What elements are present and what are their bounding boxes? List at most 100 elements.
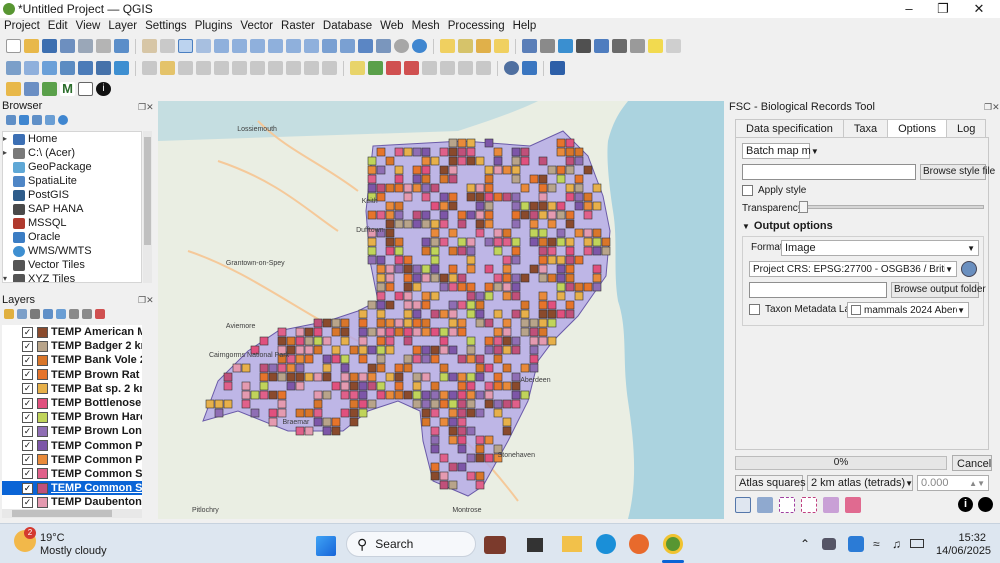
info-plugin-icon[interactable]: i: [96, 82, 111, 96]
menu-layer[interactable]: Layer: [104, 20, 141, 32]
open-table-icon[interactable]: [594, 39, 609, 53]
leaf-icon[interactable]: [42, 82, 57, 96]
scale-bar-icon[interactable]: [630, 39, 645, 53]
network-icon[interactable]: [24, 82, 39, 96]
github-icon[interactable]: [978, 497, 993, 512]
layers-float-icon[interactable]: ❐✕: [138, 295, 154, 306]
menu-edit[interactable]: Edit: [44, 20, 72, 32]
zoom-layer-icon[interactable]: [250, 39, 265, 53]
atlas-value-input[interactable]: 0.000 ▲▼: [917, 475, 989, 491]
tray-chevron-icon[interactable]: ⌃: [800, 537, 810, 551]
zoom-selection-icon[interactable]: [232, 39, 247, 53]
vertex-tool-icon[interactable]: [214, 61, 229, 75]
crs-selector-globe-icon[interactable]: [961, 261, 977, 277]
save-edits-icon[interactable]: [178, 61, 193, 75]
transparency-slider[interactable]: [798, 201, 984, 213]
paste-features-icon[interactable]: [286, 61, 301, 75]
atlas-squares-icon[interactable]: [735, 497, 751, 513]
plugin-icon[interactable]: [550, 61, 565, 75]
menu-vector[interactable]: Vector: [236, 20, 277, 32]
tab-taxa[interactable]: Taxa: [842, 119, 889, 138]
layer-checkbox[interactable]: ✓: [22, 340, 33, 352]
browser-item-spatialite[interactable]: SpatiaLite: [3, 174, 141, 188]
edge-icon[interactable]: [596, 534, 616, 554]
layer-item[interactable]: ✓ TEMP Bat sp. 2 kn: [2, 382, 142, 396]
layer-item[interactable]: ✓ TEMP Common Pc: [2, 453, 142, 467]
output-folder-input[interactable]: [749, 282, 887, 298]
zoom-full-icon[interactable]: [214, 39, 229, 53]
zoom-in-icon[interactable]: [178, 39, 193, 53]
menu-project[interactable]: Project: [0, 20, 44, 32]
menu-raster[interactable]: Raster: [277, 20, 319, 32]
identify-features-icon[interactable]: [522, 39, 537, 53]
layer-item[interactable]: ✓ TEMP Bottlenose: [2, 396, 142, 410]
statistics-icon[interactable]: [576, 39, 591, 53]
menu-web[interactable]: Web: [376, 20, 407, 32]
apply-style-checkbox[interactable]: [742, 185, 753, 196]
remove-layer-icon[interactable]: [95, 309, 105, 319]
browse-output-folder-button[interactable]: Browse output folder: [891, 282, 986, 298]
layer-checkbox[interactable]: ✓: [22, 425, 33, 437]
layer-item[interactable]: ✓ TEMP Badger 2 km: [2, 339, 142, 353]
file-explorer-icon[interactable]: [562, 536, 582, 552]
grid-tool-icon[interactable]: [6, 82, 21, 96]
browse-style-file-button[interactable]: Browse style file: [920, 164, 995, 180]
layer-item[interactable]: ✓ TEMP Daubenton: [2, 495, 142, 509]
transparency-slider-handle[interactable]: [799, 201, 808, 213]
guards-widget-icon[interactable]: [484, 536, 506, 554]
browser-item-oracle[interactable]: Oracle: [3, 230, 141, 244]
layer-checkbox[interactable]: ✓: [22, 496, 33, 508]
minimize-icon[interactable]: –: [892, 0, 926, 18]
layer-item[interactable]: ✓ TEMP Brown Long: [2, 424, 142, 438]
show-bookmarks-icon[interactable]: [376, 39, 391, 53]
measure-icon[interactable]: [612, 39, 627, 53]
annotation-icon[interactable]: [666, 39, 681, 53]
battery-icon[interactable]: [910, 539, 924, 548]
clock[interactable]: 15:32 14/06/2025: [936, 532, 991, 558]
tab-options[interactable]: Options: [887, 119, 947, 138]
layer-checkbox[interactable]: ✓: [22, 440, 33, 452]
digitize-icon[interactable]: [196, 61, 211, 75]
taxon-metadata-checkbox[interactable]: [749, 304, 760, 315]
layer-item[interactable]: ✓ TEMP Common Sc: [2, 467, 142, 481]
select-features-icon[interactable]: [458, 39, 473, 53]
filter-icon[interactable]: [32, 115, 42, 125]
m-plugin-icon[interactable]: M: [60, 82, 75, 96]
copy-features-icon[interactable]: [268, 61, 283, 75]
filter-legend-icon[interactable]: [43, 309, 53, 319]
menu-help[interactable]: Help: [509, 20, 541, 32]
filter-expression-icon[interactable]: [56, 309, 66, 319]
wifi-icon[interactable]: ≈: [873, 537, 880, 551]
layer-checkbox[interactable]: ✓: [22, 354, 33, 366]
python-console-icon[interactable]: [522, 61, 537, 75]
save-project-icon[interactable]: [42, 39, 57, 53]
new-map-view-icon[interactable]: [322, 39, 337, 53]
browser-item-vector-tiles[interactable]: Vector Tiles: [3, 258, 141, 272]
layer-item-selected[interactable]: ✓ TEMP Common Sh: [2, 481, 142, 496]
collapse-layers-icon[interactable]: [82, 309, 92, 319]
browser-item-xyz-tiles[interactable]: ▾ XYZ Tiles: [3, 272, 141, 282]
add-wms-icon[interactable]: [114, 61, 129, 75]
add-mesh-layer-icon[interactable]: [60, 61, 75, 75]
cut-features-icon[interactable]: [250, 61, 265, 75]
undo-icon[interactable]: [304, 61, 319, 75]
delete-selected-icon[interactable]: [232, 61, 247, 75]
refresh-browser-icon[interactable]: [19, 115, 29, 125]
panel-float-icon[interactable]: ❐✕: [138, 102, 154, 113]
bookmark-icon[interactable]: [358, 39, 373, 53]
menu-settings[interactable]: Settings: [141, 20, 191, 32]
browser-item-wms[interactable]: WMS/WMTS: [3, 244, 141, 258]
map-tips-icon[interactable]: [648, 39, 663, 53]
browser-item-drive[interactable]: ▸ C:\ (Acer): [3, 146, 141, 160]
save-image-icon[interactable]: [757, 497, 773, 513]
select-by-value-icon[interactable]: [494, 39, 509, 53]
temporal-icon[interactable]: [394, 39, 409, 53]
zoom-next-icon[interactable]: [304, 39, 319, 53]
layers-hscrollbar[interactable]: [2, 509, 142, 518]
style-panel-icon[interactable]: [4, 309, 14, 319]
app-tray-icon[interactable]: [848, 536, 864, 552]
layer-item[interactable]: ✓ TEMP Bank Vole 2: [2, 353, 142, 367]
menu-processing[interactable]: Processing: [444, 20, 509, 32]
browser-item-postgis[interactable]: PostGIS: [3, 188, 141, 202]
menu-plugins[interactable]: Plugins: [191, 20, 237, 32]
